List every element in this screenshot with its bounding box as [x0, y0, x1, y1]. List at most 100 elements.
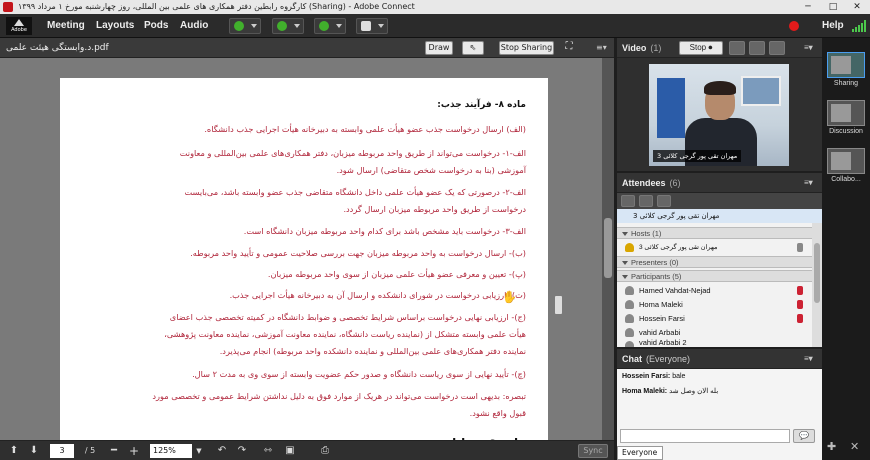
- pod-options-icon[interactable]: ≡▾: [804, 355, 818, 363]
- chevron-down-icon: [294, 24, 300, 28]
- undo-icon[interactable]: ↶: [216, 444, 228, 458]
- fit-page-icon[interactable]: ▣: [284, 444, 296, 458]
- fullscreen-icon[interactable]: ⛶: [562, 41, 576, 55]
- record-icon[interactable]: [789, 21, 799, 31]
- close-window-button[interactable]: ✕: [846, 0, 868, 14]
- chevron-down-icon: [378, 24, 384, 28]
- layout-collaboration[interactable]: Collabo...: [827, 148, 865, 183]
- menu-audio[interactable]: Audio: [180, 14, 208, 38]
- pod-options-icon[interactable]: ≡▾: [596, 44, 610, 52]
- hosts-section[interactable]: Hosts (1): [617, 227, 822, 239]
- document-scrollbar[interactable]: [602, 58, 614, 440]
- send-message-button[interactable]: 💬: [793, 429, 815, 443]
- document-text-line: (چ)- تأیید نهایی از سوی ریاست دانشگاه و …: [192, 369, 526, 379]
- pdf-page: ماده ۸- فرآیند جذب: (الف) ارسال درخواست ج…: [60, 78, 548, 440]
- participant-name: Hossein Farsi: [639, 314, 685, 323]
- presenter-view-icon[interactable]: [769, 41, 785, 55]
- settings-icon[interactable]: ✕: [850, 440, 859, 453]
- participant-row[interactable]: vahid Arbabi 2: [617, 339, 809, 347]
- status-icon[interactable]: [657, 195, 671, 207]
- pointer-tool-button[interactable]: ⇖: [462, 41, 484, 55]
- window-title-bar: کارگروه رابطین دفتر همکاری های علمی بین …: [0, 0, 870, 14]
- filmstrip-view-icon[interactable]: [749, 41, 765, 55]
- microphone-button[interactable]: [272, 18, 304, 34]
- raise-hand-button[interactable]: [356, 18, 388, 34]
- host-name: مهران تقی پور گرجی کلائی 3: [639, 244, 718, 251]
- document-text-line: آموزشی (بنا به درخواست شخص متقاضی) ارسال…: [336, 165, 526, 175]
- zoom-in-icon[interactable]: +: [128, 444, 140, 458]
- participant-row[interactable]: Homa Maleki: [617, 298, 809, 311]
- webcam-button[interactable]: [314, 18, 346, 34]
- previous-page-icon[interactable]: ⬆: [8, 444, 20, 458]
- chevron-down-icon: [251, 24, 257, 28]
- maximize-button[interactable]: □: [822, 0, 844, 14]
- adobe-logo: Adobe: [6, 17, 32, 35]
- chevron-down-icon[interactable]: ▼: [194, 444, 204, 458]
- menu-pods[interactable]: Pods: [144, 14, 168, 38]
- grid-view-icon[interactable]: [729, 41, 745, 55]
- participants-section[interactable]: Participants (5): [617, 270, 822, 282]
- speaker-hair: [704, 81, 736, 95]
- speaker-button[interactable]: [229, 18, 261, 34]
- scrollbar-thumb[interactable]: [814, 243, 820, 303]
- connection-signal-icon: [852, 20, 866, 32]
- mic-muted-icon: [797, 286, 803, 295]
- stop-webcam-button[interactable]: Stop ⏺: [679, 41, 723, 55]
- document-text-line: نماینده دفتر همکاری‌های علمی بین‌المللی …: [219, 346, 526, 356]
- page-number-input[interactable]: 3: [50, 444, 74, 458]
- mic-muted-icon: [797, 300, 803, 309]
- pod-options-icon[interactable]: ≡▾: [804, 179, 818, 187]
- next-page-icon[interactable]: ⬇: [28, 444, 40, 458]
- webcam-icon: [319, 21, 329, 31]
- document-text-line: تبصره: بدیهی است درخواست می‌تواند در هری…: [152, 391, 526, 401]
- redo-icon[interactable]: ↷: [236, 444, 248, 458]
- draw-button[interactable]: Draw: [425, 41, 453, 55]
- video-count: (1): [650, 43, 662, 53]
- participant-name: vahid Arbabi 2: [639, 339, 687, 347]
- document-text-line: (الف) ارسال درخواست جذب عضو هیأت علمی وا…: [204, 124, 526, 134]
- list-view-icon[interactable]: [621, 195, 635, 207]
- host-row[interactable]: مهران تقی پور گرجی کلائی 3: [617, 241, 809, 254]
- page-total: / 5: [84, 446, 96, 455]
- layout-discussion[interactable]: Discussion: [827, 100, 865, 135]
- menu-layouts[interactable]: Layouts: [96, 14, 134, 38]
- layout-label: Sharing: [833, 80, 859, 87]
- add-layout-icon[interactable]: ✚: [827, 440, 836, 453]
- stop-sharing-button[interactable]: Stop Sharing: [499, 41, 554, 55]
- pod-options-icon[interactable]: ≡▾: [804, 44, 818, 52]
- participant-row[interactable]: Hossein Farsi: [617, 312, 809, 325]
- print-icon[interactable]: ⎙: [318, 444, 332, 458]
- chat-sender: Homa Maleki:: [622, 388, 668, 395]
- chat-input[interactable]: [620, 429, 790, 443]
- mic-muted-icon: [797, 314, 803, 323]
- participant-name: Hamed Vahdat-Nejad: [639, 286, 711, 295]
- document-viewport[interactable]: ماده ۸- فرآیند جذب: (الف) ارسال درخواست ج…: [0, 58, 614, 440]
- layout-thumbnail: [827, 52, 865, 78]
- video-pod-title: Video: [622, 43, 647, 53]
- shared-file-name: د.وابستگی هیئت علمی.pdf: [6, 43, 109, 53]
- fit-width-icon[interactable]: ⇿: [262, 444, 274, 458]
- webcam-feed[interactable]: مهران تقی پور گرجی کلائی 3: [649, 64, 789, 166]
- presenters-section[interactable]: Presenters (0): [617, 256, 822, 268]
- breakout-icon[interactable]: [639, 195, 653, 207]
- participant-row[interactable]: vahid Arbabi: [617, 326, 809, 339]
- zoom-level-select[interactable]: 125%: [150, 444, 192, 458]
- minimize-button[interactable]: ─: [797, 0, 819, 14]
- page-edge-marker: [555, 296, 562, 314]
- chat-tab-everyone[interactable]: Everyone: [617, 446, 663, 460]
- zoom-out-icon[interactable]: ━: [108, 444, 120, 458]
- chat-message: Homa Maleki: بله الان وصل شد: [622, 387, 718, 395]
- layout-sharing[interactable]: Sharing: [827, 52, 865, 87]
- layout-thumbnail: [827, 100, 865, 126]
- sync-button[interactable]: Sync: [578, 444, 608, 458]
- menu-meeting[interactable]: Meeting: [47, 14, 85, 38]
- document-text-line: الف-۲- درصورتی که یک عضو هیأت علمی داخل …: [184, 187, 527, 197]
- my-status-row[interactable]: مهران تقی پور گرجی کلائی 3: [617, 209, 822, 223]
- scrollbar-thumb[interactable]: [604, 218, 612, 278]
- microphone-icon: [277, 21, 287, 31]
- layout-label: Discussion: [829, 128, 863, 135]
- participant-row[interactable]: Hamed Vahdat-Nejad: [617, 284, 809, 297]
- wall-banner: [657, 78, 685, 138]
- menu-help[interactable]: Help: [822, 14, 844, 38]
- attendees-scrollbar[interactable]: [812, 223, 822, 347]
